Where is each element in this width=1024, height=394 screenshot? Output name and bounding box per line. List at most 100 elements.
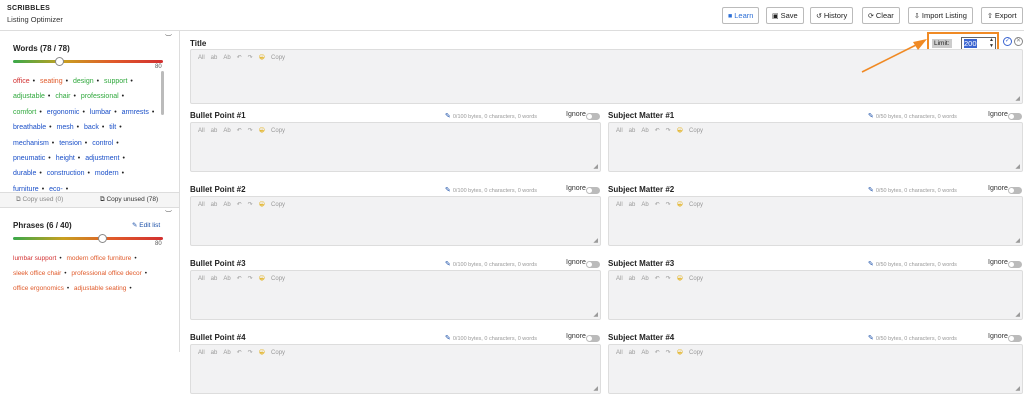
resize-handle-icon[interactable]: ◢ — [593, 311, 598, 318]
subject-matter-textarea[interactable]: All ab Ab ↶ ↷ 😀 Copy ◢ — [608, 196, 1023, 246]
all-caps-tool[interactable]: All — [198, 350, 205, 356]
keyword-chip[interactable]: breathable — [13, 124, 46, 131]
keyword-chip[interactable]: adjustable — [13, 93, 45, 100]
all-caps-tool[interactable]: All — [616, 128, 623, 134]
phrase-chip[interactable]: adjustable seating — [74, 285, 126, 292]
keyword-chip[interactable]: armrests — [122, 109, 149, 116]
keyword-chip[interactable]: comfort — [13, 109, 36, 116]
keyword-chip[interactable]: control — [92, 140, 113, 147]
lowercase-tool[interactable]: ab — [211, 128, 218, 134]
title-case-tool[interactable]: Ab — [223, 350, 230, 356]
undo-icon[interactable]: ↶ — [237, 55, 242, 61]
confirm-icon[interactable]: ✓ — [1003, 37, 1012, 46]
resize-handle-icon[interactable]: ◢ — [1015, 95, 1020, 102]
redo-icon[interactable]: ↷ — [666, 128, 671, 134]
all-caps-tool[interactable]: All — [616, 350, 623, 356]
learn-button[interactable]: ■ Learn — [722, 7, 760, 24]
keyword-chip[interactable]: lumbar — [90, 109, 111, 116]
resize-handle-icon[interactable]: ◢ — [1015, 385, 1020, 392]
all-caps-tool[interactable]: All — [198, 55, 205, 61]
history-button[interactable]: ↺ History — [810, 7, 854, 24]
ignore-toggle[interactable] — [1008, 335, 1022, 342]
cancel-icon[interactable]: ✕ — [1014, 37, 1023, 46]
copy-tool[interactable]: Copy — [271, 55, 285, 61]
keyword-chip[interactable]: ergonomic — [47, 109, 80, 116]
resize-handle-icon[interactable]: ◢ — [593, 163, 598, 170]
lowercase-tool[interactable]: ab — [629, 276, 636, 282]
save-button[interactable]: ▣ Save — [766, 7, 804, 24]
bullet-point-textarea[interactable]: All ab Ab ↶ ↷ 😀 Copy ◢ — [190, 122, 601, 172]
undo-icon[interactable]: ↶ — [655, 276, 660, 282]
spinner-icon[interactable]: ▲ ▼ — [989, 37, 994, 49]
phrase-chip[interactable]: modern office furniture — [66, 255, 131, 262]
all-caps-tool[interactable]: All — [616, 276, 623, 282]
ignore-toggle[interactable] — [586, 113, 600, 120]
keyword-chip[interactable]: height — [56, 155, 75, 162]
lowercase-tool[interactable]: ab — [629, 350, 636, 356]
undo-icon[interactable]: ↶ — [237, 350, 242, 356]
copy-tool[interactable]: Copy — [689, 276, 703, 282]
all-caps-tool[interactable]: All — [198, 276, 205, 282]
title-case-tool[interactable]: Ab — [223, 128, 230, 134]
resize-handle-icon[interactable]: ◢ — [1015, 237, 1020, 244]
emoji-icon[interactable]: 😀 — [259, 350, 265, 356]
phrase-chip[interactable]: sleek office chair — [13, 270, 61, 277]
undo-icon[interactable]: ↶ — [655, 128, 660, 134]
title-case-tool[interactable]: Ab — [641, 276, 648, 282]
phrases-slider[interactable] — [13, 234, 163, 243]
export-button[interactable]: ⇧ Export — [981, 7, 1023, 24]
keyword-chip[interactable]: construction — [47, 170, 85, 177]
ignore-toggle[interactable] — [586, 261, 600, 268]
keyword-chip[interactable]: modern — [95, 170, 119, 177]
resize-handle-icon[interactable]: ◢ — [593, 385, 598, 392]
emoji-icon[interactable]: 😀 — [259, 202, 265, 208]
redo-icon[interactable]: ↷ — [248, 202, 253, 208]
edit-pencil-icon[interactable]: ✎ — [445, 113, 451, 120]
copy-tool[interactable]: Copy — [689, 350, 703, 356]
undo-icon[interactable]: ↶ — [655, 350, 660, 356]
edit-pencil-icon[interactable]: ✎ — [868, 261, 874, 268]
title-case-tool[interactable]: Ab — [223, 202, 230, 208]
lowercase-tool[interactable]: ab — [211, 202, 218, 208]
import-listing-button[interactable]: ⇩ Import Listing — [908, 7, 973, 24]
copy-tool[interactable]: Copy — [689, 202, 703, 208]
title-case-tool[interactable]: Ab — [641, 350, 648, 356]
subject-matter-textarea[interactable]: All ab Ab ↶ ↷ 😀 Copy ◢ — [608, 270, 1023, 320]
clear-button[interactable]: ⟳ Clear — [862, 7, 900, 24]
phrases-slider-handle[interactable] — [98, 234, 107, 243]
collapse-phrases-icon[interactable]: ︶ — [165, 209, 172, 219]
keyword-chip[interactable]: office — [13, 78, 30, 85]
redo-icon[interactable]: ↷ — [666, 350, 671, 356]
ignore-toggle[interactable] — [586, 187, 600, 194]
bullet-point-textarea[interactable]: All ab Ab ↶ ↷ 😀 Copy ◢ — [190, 196, 601, 246]
redo-icon[interactable]: ↷ — [248, 350, 253, 356]
redo-icon[interactable]: ↷ — [248, 128, 253, 134]
emoji-icon[interactable]: 😀 — [677, 276, 683, 282]
ignore-toggle[interactable] — [586, 335, 600, 342]
copy-unused-button[interactable]: ⧉ Copy unused (78) — [100, 196, 158, 204]
copy-tool[interactable]: Copy — [271, 350, 285, 356]
redo-icon[interactable]: ↷ — [248, 276, 253, 282]
phrase-chip[interactable]: lumbar support — [13, 255, 56, 262]
copy-tool[interactable]: Copy — [271, 202, 285, 208]
keyword-chip[interactable]: durable — [13, 170, 36, 177]
edit-pencil-icon[interactable]: ✎ — [445, 261, 451, 268]
phrase-chip[interactable]: professional office decor — [71, 270, 141, 277]
resize-handle-icon[interactable]: ◢ — [593, 237, 598, 244]
lowercase-tool[interactable]: ab — [629, 202, 636, 208]
keyword-chip[interactable]: support — [104, 78, 127, 85]
lowercase-tool[interactable]: ab — [211, 276, 218, 282]
words-slider[interactable] — [13, 57, 163, 66]
copy-tool[interactable]: Copy — [689, 128, 703, 134]
all-caps-tool[interactable]: All — [198, 128, 205, 134]
emoji-icon[interactable]: 😀 — [677, 202, 683, 208]
subject-matter-textarea[interactable]: All ab Ab ↶ ↷ 😀 Copy ◢ — [608, 122, 1023, 172]
keyword-chip[interactable]: mechanism — [13, 140, 49, 147]
words-scrollbar[interactable] — [161, 71, 164, 115]
title-case-tool[interactable]: Ab — [223, 55, 230, 61]
edit-pencil-icon[interactable]: ✎ — [868, 335, 874, 342]
all-caps-tool[interactable]: All — [616, 202, 623, 208]
redo-icon[interactable]: ↷ — [248, 55, 253, 61]
copy-tool[interactable]: Copy — [271, 276, 285, 282]
title-case-tool[interactable]: Ab — [223, 276, 230, 282]
